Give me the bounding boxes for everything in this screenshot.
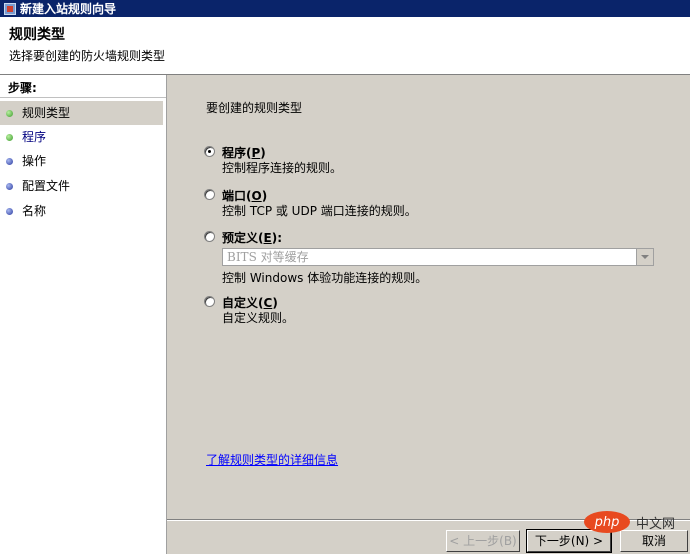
steps-title: 步骤: [8,81,37,95]
window-title: 新建入站规则向导 [20,2,117,16]
page-subtitle: 选择要创建的防火墙规则类型 [9,49,166,63]
radio-port[interactable] [204,189,215,200]
step-label: 规则类型 [22,106,71,120]
steps-sidebar: 步骤: 规则类型 程序 操作 配置文件 名称 [0,75,167,554]
wizard-header: 规则类型 选择要创建的防火墙规则类型 [0,17,690,75]
title-bar: 新建入站规则向导 [0,0,690,17]
step-rule-type[interactable]: 规则类型 [0,101,163,125]
step-pending-icon [6,183,13,190]
option-description: 控制 TCP 或 UDP 端口连接的规则。 [222,204,417,218]
php-logo: php [584,511,630,533]
watermark-text: 中文网 [636,516,676,532]
step-label: 程序 [22,130,47,144]
step-label: 配置文件 [22,179,71,193]
option-description: 控制 Windows 体验功能连接的规则。 [222,271,428,285]
option-description: 自定义规则。 [222,311,295,325]
step-complete-icon [6,110,13,117]
step-pending-icon [6,158,13,165]
step-profile: 配置文件 [0,174,163,198]
chevron-down-icon[interactable] [636,249,653,265]
step-name: 名称 [0,199,163,223]
option-title: 预定义(E): [222,231,282,245]
divider [0,97,166,98]
rule-type-prompt: 要创建的规则类型 [206,101,303,115]
step-program[interactable]: 程序 [0,125,163,149]
predefined-select[interactable]: BITS 对等缓存 [222,248,654,266]
watermark: php 中文网 [584,510,684,534]
step-action: 操作 [0,149,163,173]
back-button[interactable]: < 上一步(B) [446,530,520,552]
step-label: 操作 [22,154,47,168]
step-pending-icon [6,208,13,215]
firewall-app-icon [4,2,16,15]
predefined-select-value: BITS 对等缓存 [227,250,309,264]
option-description: 控制程序连接的规则。 [222,161,343,175]
step-label: 名称 [22,204,47,218]
radio-custom[interactable] [204,296,215,307]
radio-predefined[interactable] [204,231,215,242]
help-link[interactable]: 了解规则类型的详细信息 [206,451,338,468]
page-title: 规则类型 [9,27,65,43]
step-complete-icon [6,134,13,141]
radio-program[interactable] [204,146,215,157]
